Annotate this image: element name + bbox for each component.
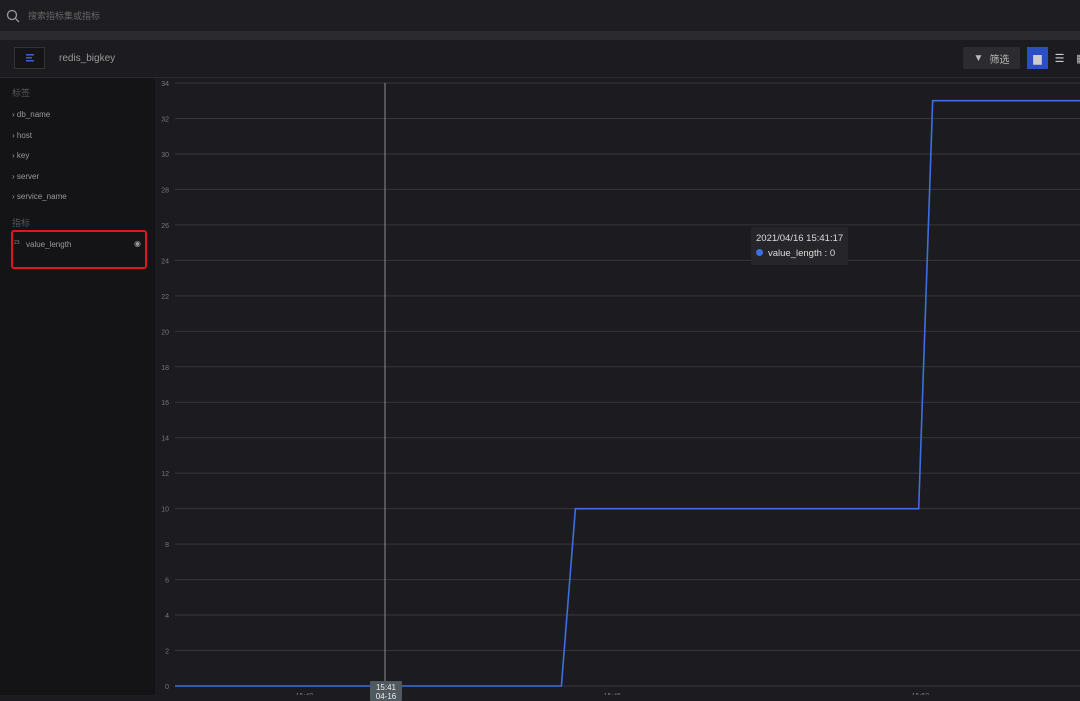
search-icon	[6, 9, 20, 22]
y-tick-label: 22	[161, 294, 169, 301]
y-tick-label: 0	[165, 684, 169, 691]
table-icon: ▦	[1076, 52, 1080, 65]
tag-item[interactable]: › db_name	[12, 110, 50, 119]
search-input[interactable]	[28, 10, 428, 21]
tag-label: server	[16, 172, 40, 181]
y-tick-label: 20	[161, 329, 169, 336]
filter-icon: ▼	[973, 52, 984, 64]
y-tick-label: 34	[161, 81, 169, 88]
y-tick-label: 4	[165, 613, 169, 620]
eye-icon[interactable]: ◉	[134, 239, 141, 248]
tag-label: host	[16, 131, 33, 140]
y-tick-label: 8	[165, 542, 169, 549]
crosshair-date: 04-16	[375, 692, 397, 701]
series-dot	[756, 249, 763, 256]
tag-label: service_name	[16, 192, 67, 201]
page-title: redis_bigkey	[59, 53, 116, 64]
sidebar: 标签 › db_name › host › key › server › ser…	[0, 78, 155, 695]
header: redis_bigkey ▼ 筛选 ▆ ☰ ▦	[0, 40, 1080, 78]
search-bar	[0, 0, 1080, 32]
tags-title: 标签	[12, 88, 31, 98]
line-chart[interactable]: 024681012141618202224262830323415:4015:4…	[155, 78, 1080, 695]
bar-chart-icon: ▆	[1033, 52, 1042, 65]
y-tick-label: 26	[161, 223, 169, 230]
y-tick-label: 30	[161, 152, 169, 159]
metric-label: value_length	[26, 240, 72, 249]
tooltip-time: 2021/04/16 15:41:17	[756, 233, 844, 244]
tooltip-value: 0	[829, 248, 836, 259]
crosshair-time: 15:41	[375, 683, 397, 692]
chart-tooltip: 2021/04/16 15:41:17 value_length : 0	[751, 227, 849, 265]
tag-item[interactable]: › service_name	[12, 192, 67, 201]
y-tick-label: 12	[161, 471, 169, 478]
tag-label: key	[16, 151, 30, 160]
y-tick-label: 18	[161, 365, 169, 372]
y-tick-label: 28	[161, 187, 169, 194]
metric-item-value-length[interactable]: 23 value_length ◉	[11, 230, 147, 269]
list-view-button[interactable]: ☰	[1049, 47, 1070, 69]
tooltip-series: value_length	[768, 248, 822, 259]
y-tick-label: 14	[161, 436, 169, 443]
table-view-button[interactable]: ▦	[1071, 47, 1080, 69]
series-line-value-length	[175, 99, 1080, 687]
metric-set-icon	[14, 47, 45, 69]
filter-label: 筛选	[989, 54, 1010, 66]
list-icon: ☰	[1054, 52, 1065, 65]
filter-button[interactable]: ▼ 筛选	[963, 47, 1020, 69]
tag-label: db_name	[16, 110, 51, 119]
crosshair-x-label: 15:41 04-16	[370, 681, 402, 701]
chart-view-button[interactable]: ▆	[1027, 47, 1048, 69]
metrics-title: 指标	[12, 218, 31, 228]
y-tick-label: 32	[161, 116, 169, 123]
y-tick-label: 2	[165, 649, 169, 656]
y-tick-label: 24	[161, 258, 169, 265]
y-tick-label: 16	[161, 400, 169, 407]
y-tick-label: 10	[161, 507, 169, 514]
tag-item[interactable]: › host	[12, 131, 32, 140]
tag-item[interactable]: › server	[12, 172, 39, 181]
divider	[0, 32, 1080, 40]
tag-item[interactable]: › key	[12, 151, 29, 160]
number-type-icon: 23	[14, 240, 20, 246]
y-tick-label: 6	[165, 578, 169, 585]
tooltip-row: value_length : 0	[756, 246, 843, 261]
